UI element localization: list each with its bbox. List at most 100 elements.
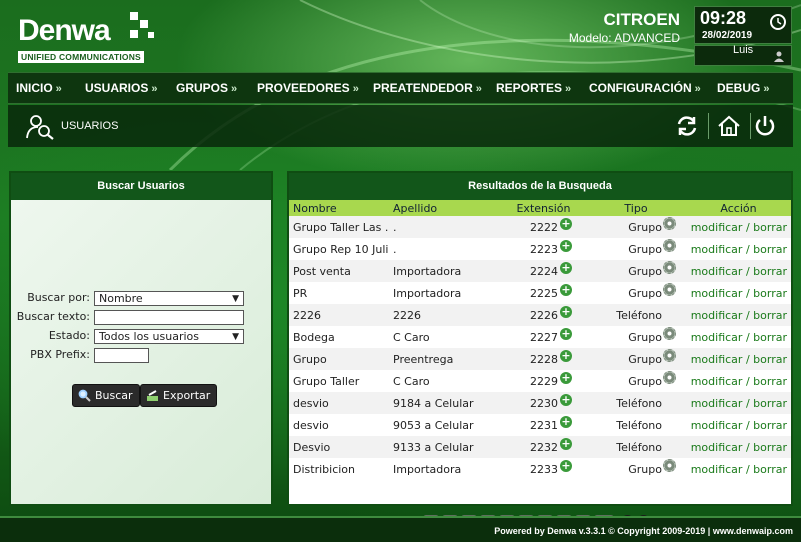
- user-name: Luis: [733, 44, 754, 56]
- cell-tipo: Grupo: [586, 348, 686, 370]
- state-select[interactable]: Todos los usuarios ▼: [94, 329, 244, 344]
- table-row: Grupo Taller Las .... 2222 + Grupo modificar…: [289, 216, 791, 238]
- modify-link[interactable]: modificar: [691, 309, 743, 322]
- cell-nombre: Bodega: [289, 326, 389, 348]
- nav-debug[interactable]: DEBUG»: [717, 81, 769, 95]
- search-panel: Buscar Usuarios Buscar por: Nombre ▼ Busc…: [9, 171, 273, 506]
- cell-extension: 2230 +: [501, 392, 586, 414]
- modify-link[interactable]: modificar: [691, 463, 743, 476]
- col-apellido[interactable]: Apellido: [389, 200, 501, 216]
- add-icon[interactable]: +: [560, 261, 572, 274]
- user-box[interactable]: Luis: [694, 44, 792, 66]
- gear-icon[interactable]: [663, 282, 676, 296]
- table-row: desvio 9184 a Celular 2230 + Teléfono modific…: [289, 392, 791, 414]
- cell-accion: modificar / borrar: [686, 304, 791, 326]
- modify-link[interactable]: modificar: [691, 353, 743, 366]
- nav-usuarios[interactable]: USUARIOS»: [85, 81, 157, 95]
- nav-proveedores[interactable]: PROVEEDORES»: [257, 81, 359, 95]
- gear-icon[interactable]: [663, 260, 676, 274]
- add-icon[interactable]: +: [560, 415, 572, 428]
- col-tipo[interactable]: Tipo: [586, 200, 686, 216]
- delete-link[interactable]: borrar: [753, 463, 787, 476]
- nav-configuracion[interactable]: CONFIGURACIÓN»: [589, 81, 701, 95]
- footer-text: Powered by Denwa v.3.3.1 © Copyright 200…: [494, 526, 793, 536]
- nav-inicio[interactable]: INICIO»: [16, 81, 62, 95]
- gear-icon[interactable]: [663, 326, 676, 340]
- modify-link[interactable]: modificar: [691, 397, 743, 410]
- nav-grupos[interactable]: GRUPOS»: [176, 81, 237, 95]
- search-text-label: Buscar texto:: [16, 310, 90, 323]
- modify-link[interactable]: modificar: [691, 287, 743, 300]
- modify-link[interactable]: modificar: [691, 243, 743, 256]
- search-text-input[interactable]: [94, 310, 244, 325]
- cell-nombre: Post venta: [289, 260, 389, 282]
- modify-link[interactable]: modificar: [691, 375, 743, 388]
- cell-accion: modificar / borrar: [686, 282, 791, 304]
- delete-link[interactable]: borrar: [753, 221, 787, 234]
- add-icon[interactable]: +: [560, 305, 572, 318]
- cell-accion: modificar / borrar: [686, 370, 791, 392]
- gear-icon[interactable]: [663, 370, 676, 384]
- cell-extension: 2222 +: [501, 216, 586, 238]
- search-icon: [78, 389, 91, 402]
- gear-icon[interactable]: [663, 458, 676, 472]
- add-icon[interactable]: +: [560, 327, 572, 340]
- table-row: Post venta Importadora 2224 + Grupo modificar…: [289, 260, 791, 282]
- delete-link[interactable]: borrar: [753, 287, 787, 300]
- add-icon[interactable]: +: [560, 283, 572, 296]
- delete-link[interactable]: borrar: [753, 397, 787, 410]
- export-button[interactable]: Exportar: [140, 384, 218, 407]
- nav-reportes[interactable]: REPORTES»: [496, 81, 571, 95]
- cell-accion: modificar / borrar: [686, 326, 791, 348]
- search-by-label: Buscar por:: [27, 291, 90, 304]
- modify-link[interactable]: modificar: [691, 331, 743, 344]
- add-icon[interactable]: +: [560, 217, 572, 230]
- cell-apellido: .: [389, 216, 501, 238]
- cell-apellido: .: [389, 238, 501, 260]
- delete-link[interactable]: borrar: [753, 419, 787, 432]
- search-button[interactable]: Buscar: [72, 384, 140, 407]
- cell-tipo: Grupo: [586, 370, 686, 392]
- denwa-logo[interactable]: Denwa UNIFIED COMMUNICATIONS: [18, 10, 158, 66]
- add-icon[interactable]: +: [560, 459, 572, 472]
- results-panel-title: Resultados de la Busqueda: [289, 173, 791, 200]
- gear-icon[interactable]: [663, 216, 676, 230]
- cell-tipo: Teléfono: [586, 392, 686, 414]
- search-by-select[interactable]: Nombre ▼: [94, 291, 244, 306]
- delete-link[interactable]: borrar: [753, 265, 787, 278]
- add-icon[interactable]: +: [560, 239, 572, 252]
- col-nombre[interactable]: Nombre: [289, 200, 389, 216]
- add-icon[interactable]: +: [560, 393, 572, 406]
- cell-nombre: desvio: [289, 414, 389, 436]
- delete-link[interactable]: borrar: [753, 441, 787, 454]
- cell-accion: modificar / borrar: [686, 458, 791, 480]
- power-icon[interactable]: [753, 114, 777, 138]
- cell-apellido: C Caro: [389, 370, 501, 392]
- delete-link[interactable]: borrar: [753, 309, 787, 322]
- col-extension[interactable]: Extensión: [501, 200, 586, 216]
- add-icon[interactable]: +: [560, 437, 572, 450]
- delete-link[interactable]: borrar: [753, 375, 787, 388]
- delete-link[interactable]: borrar: [753, 353, 787, 366]
- add-icon[interactable]: +: [560, 371, 572, 384]
- cell-extension: 2232 +: [501, 436, 586, 458]
- cell-apellido: C Caro: [389, 326, 501, 348]
- delete-link[interactable]: borrar: [753, 331, 787, 344]
- cell-tipo: Teléfono: [586, 436, 686, 458]
- home-icon[interactable]: [717, 114, 741, 138]
- pbx-prefix-input[interactable]: [94, 348, 149, 363]
- delete-link[interactable]: borrar: [753, 243, 787, 256]
- gear-icon[interactable]: [663, 238, 676, 252]
- cell-nombre: PR: [289, 282, 389, 304]
- add-icon[interactable]: +: [560, 349, 572, 362]
- modify-link[interactable]: modificar: [691, 221, 743, 234]
- cell-extension: 2231 +: [501, 414, 586, 436]
- nav-preatendedor[interactable]: PREATENDEDOR»: [373, 81, 482, 95]
- refresh-icon[interactable]: [675, 114, 699, 138]
- table-row: desvio 9053 a Celular 2231 + Teléfono modific…: [289, 414, 791, 436]
- cell-tipo: Grupo: [586, 238, 686, 260]
- modify-link[interactable]: modificar: [691, 441, 743, 454]
- modify-link[interactable]: modificar: [691, 265, 743, 278]
- modify-link[interactable]: modificar: [691, 419, 743, 432]
- gear-icon[interactable]: [663, 348, 676, 362]
